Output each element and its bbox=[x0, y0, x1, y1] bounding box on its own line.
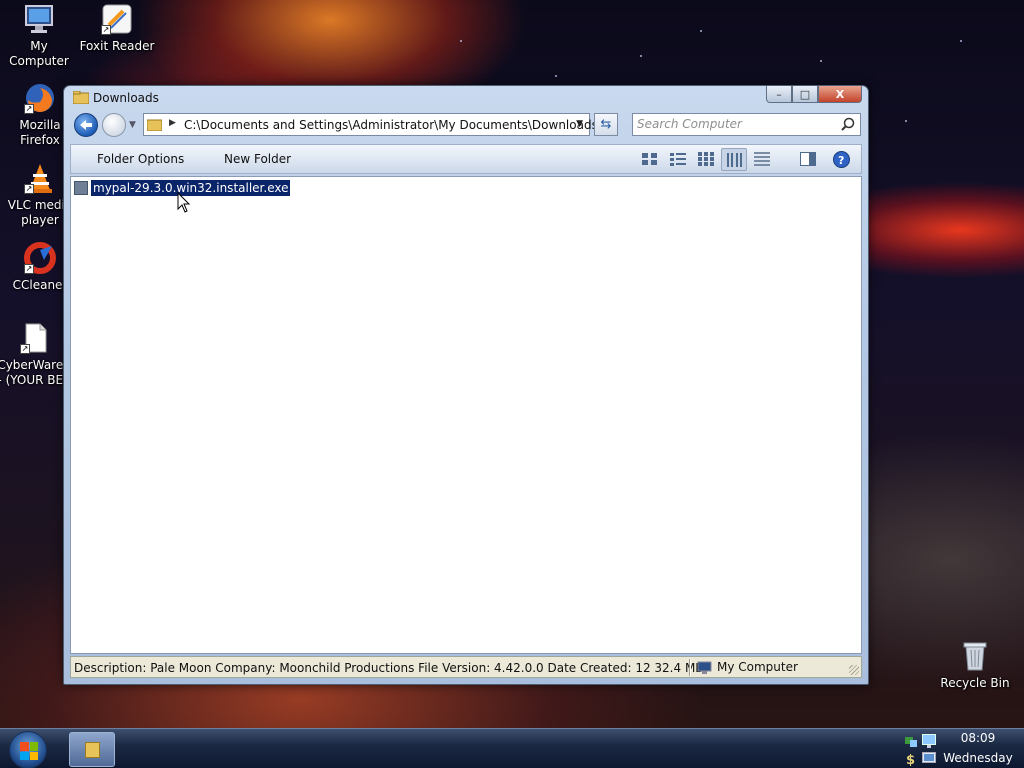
refresh-button[interactable]: ⇆ bbox=[594, 113, 618, 136]
view-tiles-icon[interactable] bbox=[642, 152, 658, 166]
folder-icon bbox=[72, 90, 90, 105]
star bbox=[820, 60, 822, 62]
refresh-icon: ⇆ bbox=[600, 117, 612, 132]
currency-icon[interactable]: $ bbox=[904, 752, 918, 766]
network-icon[interactable] bbox=[904, 734, 918, 748]
foxit-reader-icon: ↗ bbox=[101, 3, 133, 35]
firefox-icon: ↗ bbox=[24, 82, 56, 114]
help-icon[interactable]: ? bbox=[833, 151, 850, 168]
desktop-icon-my-computer[interactable]: My Computer bbox=[0, 3, 78, 69]
status-bar: Description: Pale Moon Company: Moonchil… bbox=[70, 656, 862, 678]
navigation-bar: ▼ ▶ C:\Documents and Settings\Administra… bbox=[72, 112, 862, 138]
mouse-pointer-icon bbox=[177, 192, 191, 213]
clock-day: Wednesday bbox=[943, 751, 1013, 765]
address-dropdown-icon[interactable]: ▼ bbox=[576, 119, 583, 129]
desktop-icon-label: player bbox=[21, 213, 59, 227]
star bbox=[960, 40, 962, 42]
my-computer-icon bbox=[23, 3, 55, 35]
desktop-icon-foxit-reader[interactable]: ↗ Foxit Reader bbox=[78, 3, 156, 54]
star bbox=[905, 120, 907, 122]
explorer-window: Downloads – □ X ▼ ▶ C:\Documents and Set… bbox=[63, 85, 869, 685]
address-bar[interactable]: ▶ C:\Documents and Settings\Administrato… bbox=[143, 113, 598, 136]
search-box[interactable] bbox=[632, 113, 861, 136]
svg-text:$: $ bbox=[906, 753, 915, 766]
installer-file-icon bbox=[74, 181, 88, 195]
back-button[interactable] bbox=[74, 113, 98, 137]
recycle-bin-icon bbox=[959, 640, 991, 672]
svg-text:?: ? bbox=[838, 154, 844, 167]
view-icons-icon[interactable] bbox=[698, 152, 714, 166]
maximize-button[interactable]: □ bbox=[792, 86, 818, 103]
desktop-icon-recycle-bin[interactable]: Recycle Bin bbox=[936, 640, 1014, 691]
file-list-pane[interactable]: mypal-29.3.0.win32.installer.exe bbox=[70, 176, 862, 654]
folder-icon bbox=[85, 742, 100, 758]
vlc-cone-icon: ↗ bbox=[24, 162, 56, 194]
search-input[interactable] bbox=[637, 117, 832, 131]
folder-icon bbox=[146, 118, 163, 132]
start-button[interactable] bbox=[9, 731, 47, 768]
status-location: My Computer bbox=[697, 660, 798, 674]
shortcut-arrow-icon: ↗ bbox=[24, 184, 34, 194]
shortcut-arrow-icon: ↗ bbox=[24, 104, 34, 114]
shortcut-arrow-icon: ↗ bbox=[24, 264, 34, 274]
close-button[interactable]: X bbox=[818, 86, 862, 103]
search-icon[interactable] bbox=[841, 117, 855, 131]
shortcut-arrow-icon: ↗ bbox=[20, 344, 30, 354]
command-toolbar: Folder Options New Folder ? bbox=[70, 144, 862, 174]
monitor-icon[interactable] bbox=[922, 734, 936, 748]
document-icon: ↗ bbox=[20, 322, 52, 354]
window-title: Downloads bbox=[93, 91, 159, 105]
star bbox=[555, 75, 557, 77]
status-divider bbox=[689, 659, 691, 676]
recent-pages-dropdown-icon[interactable]: ▼ bbox=[129, 120, 136, 130]
desktop-icon-label: Mozilla bbox=[19, 118, 61, 132]
status-location-label: My Computer bbox=[717, 660, 798, 674]
breadcrumb-arrow-icon[interactable]: ▶ bbox=[169, 118, 176, 128]
window-controls: – □ X bbox=[766, 86, 862, 103]
resize-grip[interactable] bbox=[849, 665, 859, 675]
preview-pane-icon[interactable] bbox=[800, 152, 816, 166]
desktop-icon-label: My Computer bbox=[9, 39, 69, 68]
new-folder-button[interactable]: New Folder bbox=[224, 152, 291, 166]
desktop-icon-label: CCleaner bbox=[12, 278, 68, 292]
back-arrow-icon bbox=[80, 120, 92, 130]
shortcut-arrow-icon: ↗ bbox=[101, 25, 111, 35]
clock[interactable]: 08:09 Wednesday bbox=[943, 731, 1013, 766]
windows-logo-icon bbox=[20, 742, 38, 760]
taskbar: $ 08:09 Wednesday bbox=[0, 728, 1024, 768]
display-icon[interactable] bbox=[922, 752, 936, 766]
minimize-button[interactable]: – bbox=[766, 86, 792, 103]
clock-time: 08:09 bbox=[960, 731, 996, 745]
ccleaner-icon: ↗ bbox=[24, 242, 56, 274]
forward-button[interactable] bbox=[102, 113, 126, 137]
desktop-icon-label: Firefox bbox=[20, 133, 60, 147]
folder-options-button[interactable]: Folder Options bbox=[97, 152, 184, 166]
window-titlebar[interactable]: Downloads – □ X bbox=[64, 86, 868, 110]
desktop-icon-label: Recycle Bin bbox=[940, 676, 1010, 690]
star bbox=[640, 55, 642, 57]
star bbox=[460, 40, 462, 42]
address-path[interactable]: C:\Documents and Settings\Administrator\… bbox=[184, 118, 598, 132]
status-description: Description: Pale Moon Company: Moonchil… bbox=[74, 661, 704, 675]
desktop-icon-label: Foxit Reader bbox=[79, 39, 155, 53]
star bbox=[700, 30, 702, 32]
view-details-icon[interactable] bbox=[754, 152, 770, 166]
my-computer-icon bbox=[697, 661, 712, 674]
view-columns-icon[interactable] bbox=[721, 148, 747, 171]
view-list-icon[interactable] bbox=[670, 152, 686, 166]
taskbar-item-downloads[interactable] bbox=[69, 732, 115, 767]
